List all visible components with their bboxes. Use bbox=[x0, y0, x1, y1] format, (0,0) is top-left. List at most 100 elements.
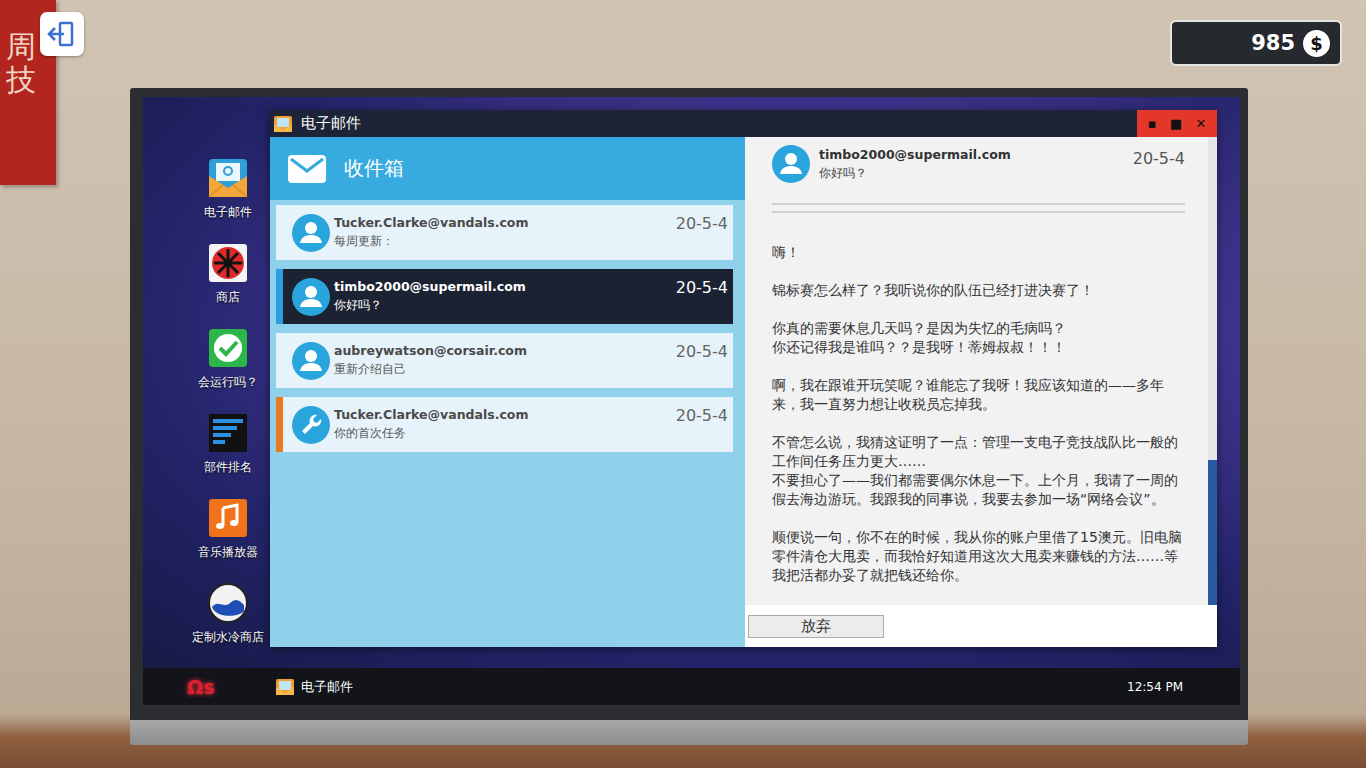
banner-text: 周技 bbox=[6, 30, 36, 185]
exit-icon bbox=[47, 19, 77, 49]
inbox-pane: 收件箱Tucker.Clarke@vandals.com每周更新：20-5-4t… bbox=[270, 137, 745, 647]
monitor: 电子邮件商店会运行吗？部件排名音乐播放器定制水冷商店电子邮件▪■✕收件箱Tuck… bbox=[130, 88, 1248, 745]
ranking-icon bbox=[208, 413, 248, 453]
desktop-icon[interactable]: 部件排名 bbox=[204, 413, 252, 498]
message-line: 你还记得我是谁吗？？是我呀！蒂姆叔叔！！！ bbox=[772, 338, 1185, 357]
mail-icon bbox=[208, 158, 248, 198]
desktop-icon[interactable]: 音乐播放器 bbox=[198, 498, 258, 583]
mail-date: 20-5-4 bbox=[672, 269, 733, 324]
screen: 电子邮件商店会运行吗？部件排名音乐播放器定制水冷商店电子邮件▪■✕收件箱Tuck… bbox=[143, 97, 1240, 705]
desktop-icons: 电子邮件商店会运行吗？ 部件排名音乐播放器定制水冷商店 bbox=[178, 97, 278, 668]
mail-row[interactable]: Tucker.Clarke@vandals.com 你的首次任务20-5-4 bbox=[276, 397, 733, 452]
window-control[interactable]: ▪ bbox=[1148, 117, 1157, 130]
message-date: 20-5-4 bbox=[1133, 145, 1185, 168]
check-icon bbox=[208, 328, 248, 368]
message-line: 不管怎么说，我猜这证明了一点：管理一支电子竞技战队比一般的工作间任务压力更大…… bbox=[772, 433, 1185, 471]
message-paragraph: 啊，我在跟谁开玩笑呢？谁能忘了我呀！我应该知道的——多年来，我一直努力想让收税员… bbox=[772, 376, 1185, 414]
window-controls: ▪ ■ ✕ bbox=[1137, 110, 1217, 137]
message-header: timbo2000@supermail.com 你好吗？20-5-4 bbox=[772, 145, 1185, 183]
message-line: 锦标赛怎么样了？我听说你的队伍已经打进决赛了！ bbox=[772, 281, 1185, 300]
window-control[interactable]: ■ bbox=[1170, 117, 1182, 130]
mail-accent bbox=[276, 333, 283, 388]
mail-sender: aubreywatson@corsair.com bbox=[334, 343, 672, 358]
email-window: 电子邮件 ▪ ■ ✕ 收件箱 Tucker.Clarke@vandals.com 每周更新：… bbox=[270, 110, 1217, 647]
message-paragraph: 锦标赛怎么样了？我听说你的队伍已经打进决赛了！ bbox=[772, 281, 1185, 300]
message-paragraph: 不管怎么说，我猜这证明了一点：管理一支电子竞技战队比一般的工作间任务压力更大……… bbox=[772, 433, 1185, 509]
scrollbar[interactable] bbox=[1208, 137, 1217, 605]
monitor-chin bbox=[130, 720, 1248, 745]
mail-row[interactable]: timbo2000@supermail.com 你好吗？20-5-4 bbox=[276, 269, 733, 324]
person-icon bbox=[292, 278, 330, 316]
message-line: 不要担心了——我们都需要偶尔休息一下。上个月，我请了一周的假去海边游玩。我跟我的… bbox=[772, 471, 1185, 509]
mail-list: Tucker.Clarke@vandals.com每周更新：20-5-4timb… bbox=[270, 200, 745, 452]
divider bbox=[772, 211, 1185, 213]
desktop-icon[interactable]: 会运行吗？ bbox=[198, 328, 258, 413]
mail-icon bbox=[275, 677, 295, 697]
message-line: 你真的需要休息几天吗？是因为失忆的毛病吗？ bbox=[772, 319, 1185, 338]
message-view: timbo2000@supermail.com 你好吗？20-5-4 嗨！ 锦标赛怎么… bbox=[745, 137, 1208, 605]
money-amount: 985 bbox=[1251, 31, 1295, 55]
cooling-icon bbox=[208, 583, 248, 623]
message-subject: 你好吗？ bbox=[819, 165, 1133, 182]
window-control[interactable]: ✕ bbox=[1195, 117, 1206, 130]
message-line: 嗨！ bbox=[772, 243, 1185, 262]
shop-icon bbox=[208, 243, 248, 283]
exit-button[interactable] bbox=[40, 12, 84, 56]
mail-date: 20-5-4 bbox=[672, 397, 733, 452]
mail-date: 20-5-4 bbox=[672, 333, 733, 388]
mail-date: 20-5-4 bbox=[672, 205, 733, 260]
desktop-icon-label: 电子邮件 bbox=[204, 204, 252, 221]
reading-pane: timbo2000@supermail.com 你好吗？20-5-4 嗨！ 锦标赛怎么… bbox=[745, 137, 1217, 647]
money-display: 985 $ bbox=[1170, 20, 1342, 66]
message-line: 啊，我在跟谁开玩笑呢？谁能忘了我呀！我应该知道的——多年来，我一直努力想让收税员… bbox=[772, 376, 1185, 414]
message-paragraph: 嗨！ bbox=[772, 243, 1185, 262]
message-sender: timbo2000@supermail.com bbox=[819, 147, 1133, 162]
message-body: 嗨！ 锦标赛怎么样了？我听说你的队伍已经打进决赛了！ 你真的需要休息几天吗？是因为失… bbox=[772, 243, 1185, 585]
scroll-thumb[interactable] bbox=[1208, 460, 1217, 605]
inbox-title: 收件箱 bbox=[344, 155, 404, 182]
os-logo[interactable]: Ωs bbox=[187, 676, 275, 698]
mail-sender: Tucker.Clarke@vandals.com bbox=[334, 407, 672, 422]
title-bar: 电子邮件 ▪ ■ ✕ bbox=[270, 110, 1217, 137]
mail-row[interactable]: aubreywatson@corsair.com 重新介绍自己20-5-4 bbox=[276, 333, 733, 388]
mail-sender: Tucker.Clarke@vandals.com bbox=[334, 215, 672, 230]
task-label[interactable]: 电子邮件 bbox=[301, 678, 353, 696]
person-icon bbox=[292, 214, 330, 252]
desktop: 电子邮件商店会运行吗？部件排名音乐播放器定制水冷商店电子邮件▪■✕收件箱Tuck… bbox=[143, 97, 1240, 668]
desktop-icon[interactable]: 商店 bbox=[208, 243, 248, 328]
mail-accent bbox=[276, 397, 283, 452]
message-paragraph: 顺便说一句，你不在的时候，我从你的账户里借了15澳元。旧电脑零件清仓大甩卖，而我… bbox=[772, 528, 1185, 585]
taskbar: Ωs 电子邮件 12:54 PM bbox=[143, 668, 1240, 705]
message-line: 顺便说一句，你不在的时候，我从你的账户里借了15澳元。旧电脑零件清仓大甩卖，而我… bbox=[772, 528, 1185, 585]
task-list: 电子邮件 bbox=[275, 677, 1127, 697]
dollar-icon: $ bbox=[1303, 30, 1330, 57]
message-footer: 放弃 bbox=[745, 605, 1217, 647]
mail-subject: 重新介绍自己 bbox=[334, 361, 672, 378]
clock: 12:54 PM bbox=[1127, 680, 1183, 694]
mail-accent bbox=[276, 269, 283, 324]
discard-button[interactable]: 放弃 bbox=[748, 615, 884, 638]
mail-subject: 你的首次任务 bbox=[334, 425, 672, 442]
message-paragraph: 你真的需要休息几天吗？是因为失忆的毛病吗？你还记得我是谁吗？？是我呀！蒂姆叔叔！… bbox=[772, 319, 1185, 357]
mail-accent bbox=[276, 205, 283, 260]
window-title: 电子邮件 bbox=[301, 114, 1137, 133]
mail-subject: 每周更新： bbox=[334, 233, 672, 250]
inbox-header: 收件箱 bbox=[270, 137, 745, 200]
desktop-icon-label: 定制水冷商店 bbox=[192, 629, 264, 646]
wrench-icon bbox=[292, 406, 330, 444]
person-icon bbox=[292, 342, 330, 380]
envelope-icon bbox=[287, 154, 327, 184]
desktop-icon-label: 部件排名 bbox=[204, 459, 252, 476]
desktop-icon-label: 商店 bbox=[216, 289, 240, 306]
desktop-icon[interactable]: 电子邮件 bbox=[204, 158, 252, 243]
desktop-icon-label: 音乐播放器 bbox=[198, 544, 258, 561]
mail-subject: 你好吗？ bbox=[334, 297, 672, 314]
person-icon bbox=[772, 145, 810, 183]
desktop-icon[interactable]: 定制水冷商店 bbox=[192, 583, 264, 668]
divider bbox=[772, 203, 1185, 205]
desktop-icon-label: 会运行吗？ bbox=[198, 374, 258, 391]
mail-sender: timbo2000@supermail.com bbox=[334, 279, 672, 294]
mail-icon bbox=[273, 114, 293, 134]
music-icon bbox=[208, 498, 248, 538]
mail-row[interactable]: Tucker.Clarke@vandals.com 每周更新：20-5-4 bbox=[276, 205, 733, 260]
